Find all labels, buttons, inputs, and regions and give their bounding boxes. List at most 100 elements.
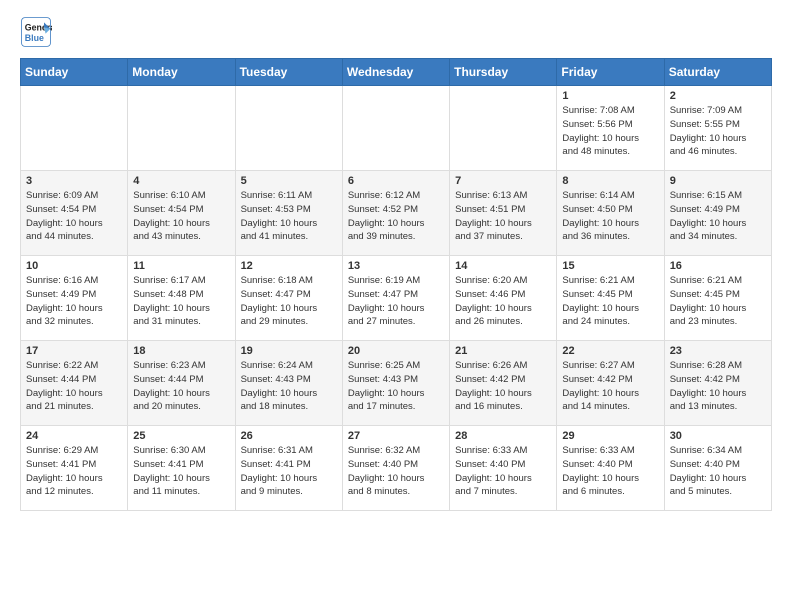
weekday-saturday: Saturday: [664, 59, 771, 86]
day-cell: 30 Sunrise: 6:34 AM Sunset: 4:40 PM Dayli…: [664, 426, 771, 511]
logo-icon: General Blue: [20, 16, 52, 48]
day-cell: 6 Sunrise: 6:12 AM Sunset: 4:52 PM Daylig…: [342, 171, 449, 256]
day-cell: 24Sunrise: 6:29 AM Sunset: 4:41 PM Dayli…: [21, 426, 128, 511]
day-number: 8: [562, 175, 658, 187]
weekday-sunday: Sunday: [21, 59, 128, 86]
day-info: Sunrise: 6:32 AM Sunset: 4:40 PM Dayligh…: [348, 444, 444, 499]
day-info: Sunrise: 6:19 AM Sunset: 4:47 PM Dayligh…: [348, 274, 444, 329]
day-number: 1: [562, 90, 658, 102]
day-cell: [21, 86, 128, 171]
day-cell: 27 Sunrise: 6:32 AM Sunset: 4:40 PM Dayli…: [342, 426, 449, 511]
day-info: Sunrise: 6:10 AM Sunset: 4:54 PM Dayligh…: [133, 189, 229, 244]
day-info: Sunrise: 6:28 AM Sunset: 4:42 PM Dayligh…: [670, 359, 766, 414]
day-number: 27: [348, 430, 444, 442]
day-cell: 7 Sunrise: 6:13 AM Sunset: 4:51 PM Daylig…: [450, 171, 557, 256]
day-number: 17: [26, 345, 122, 357]
day-info: Sunrise: 6:25 AM Sunset: 4:43 PM Dayligh…: [348, 359, 444, 414]
day-number: 14: [455, 260, 551, 272]
day-info: Sunrise: 6:13 AM Sunset: 4:51 PM Dayligh…: [455, 189, 551, 244]
day-number: 2: [670, 90, 766, 102]
day-number: 22: [562, 345, 658, 357]
weekday-friday: Friday: [557, 59, 664, 86]
day-cell: 18 Sunrise: 6:23 AM Sunset: 4:44 PM Dayli…: [128, 341, 235, 426]
week-row-5: 24Sunrise: 6:29 AM Sunset: 4:41 PM Dayli…: [21, 426, 772, 511]
day-number: 30: [670, 430, 766, 442]
day-number: 19: [241, 345, 337, 357]
day-number: 3: [26, 175, 122, 187]
day-info: Sunrise: 6:33 AM Sunset: 4:40 PM Dayligh…: [455, 444, 551, 499]
day-info: Sunrise: 6:21 AM Sunset: 4:45 PM Dayligh…: [562, 274, 658, 329]
day-info: Sunrise: 6:16 AM Sunset: 4:49 PM Dayligh…: [26, 274, 122, 329]
day-info: Sunrise: 6:20 AM Sunset: 4:46 PM Dayligh…: [455, 274, 551, 329]
calendar-table: SundayMondayTuesdayWednesdayThursdayFrid…: [20, 58, 772, 511]
day-cell: 22 Sunrise: 6:27 AM Sunset: 4:42 PM Dayli…: [557, 341, 664, 426]
day-cell: 3 Sunrise: 6:09 AM Sunset: 4:54 PM Daylig…: [21, 171, 128, 256]
day-info: Sunrise: 6:23 AM Sunset: 4:44 PM Dayligh…: [133, 359, 229, 414]
day-cell: 2 Sunrise: 7:09 AM Sunset: 5:55 PM Daylig…: [664, 86, 771, 171]
logo: General Blue: [20, 16, 52, 48]
day-cell: 28Sunrise: 6:33 AM Sunset: 4:40 PM Dayli…: [450, 426, 557, 511]
weekday-monday: Monday: [128, 59, 235, 86]
week-row-4: 17 Sunrise: 6:22 AM Sunset: 4:44 PM Dayli…: [21, 341, 772, 426]
day-number: 29: [562, 430, 658, 442]
day-cell: 12 Sunrise: 6:18 AM Sunset: 4:47 PM Dayli…: [235, 256, 342, 341]
day-cell: 16 Sunrise: 6:21 AM Sunset: 4:45 PM Dayli…: [664, 256, 771, 341]
day-cell: 11 Sunrise: 6:17 AM Sunset: 4:48 PM Dayli…: [128, 256, 235, 341]
day-cell: [450, 86, 557, 171]
day-number: 16: [670, 260, 766, 272]
day-number: 6: [348, 175, 444, 187]
day-info: Sunrise: 6:27 AM Sunset: 4:42 PM Dayligh…: [562, 359, 658, 414]
day-cell: 20Sunrise: 6:25 AM Sunset: 4:43 PM Dayli…: [342, 341, 449, 426]
day-number: 12: [241, 260, 337, 272]
day-cell: 10Sunrise: 6:16 AM Sunset: 4:49 PM Dayli…: [21, 256, 128, 341]
week-row-1: 1 Sunrise: 7:08 AM Sunset: 5:56 PM Daylig…: [21, 86, 772, 171]
day-cell: 26Sunrise: 6:31 AM Sunset: 4:41 PM Dayli…: [235, 426, 342, 511]
day-info: Sunrise: 6:26 AM Sunset: 4:42 PM Dayligh…: [455, 359, 551, 414]
day-info: Sunrise: 6:31 AM Sunset: 4:41 PM Dayligh…: [241, 444, 337, 499]
day-info: Sunrise: 6:21 AM Sunset: 4:45 PM Dayligh…: [670, 274, 766, 329]
day-info: Sunrise: 6:34 AM Sunset: 4:40 PM Dayligh…: [670, 444, 766, 499]
weekday-tuesday: Tuesday: [235, 59, 342, 86]
day-number: 9: [670, 175, 766, 187]
day-number: 18: [133, 345, 229, 357]
day-info: Sunrise: 7:09 AM Sunset: 5:55 PM Dayligh…: [670, 104, 766, 159]
day-cell: 25Sunrise: 6:30 AM Sunset: 4:41 PM Dayli…: [128, 426, 235, 511]
day-info: Sunrise: 6:17 AM Sunset: 4:48 PM Dayligh…: [133, 274, 229, 329]
day-info: Sunrise: 7:08 AM Sunset: 5:56 PM Dayligh…: [562, 104, 658, 159]
day-cell: 13 Sunrise: 6:19 AM Sunset: 4:47 PM Dayli…: [342, 256, 449, 341]
header: General Blue: [20, 16, 772, 48]
day-number: 25: [133, 430, 229, 442]
week-row-2: 3 Sunrise: 6:09 AM Sunset: 4:54 PM Daylig…: [21, 171, 772, 256]
day-info: Sunrise: 6:33 AM Sunset: 4:40 PM Dayligh…: [562, 444, 658, 499]
day-number: 7: [455, 175, 551, 187]
day-number: 23: [670, 345, 766, 357]
week-row-3: 10Sunrise: 6:16 AM Sunset: 4:49 PM Dayli…: [21, 256, 772, 341]
day-number: 21: [455, 345, 551, 357]
day-cell: 21 Sunrise: 6:26 AM Sunset: 4:42 PM Dayli…: [450, 341, 557, 426]
day-number: 11: [133, 260, 229, 272]
day-cell: 29 Sunrise: 6:33 AM Sunset: 4:40 PM Dayli…: [557, 426, 664, 511]
day-info: Sunrise: 6:09 AM Sunset: 4:54 PM Dayligh…: [26, 189, 122, 244]
day-cell: 1 Sunrise: 7:08 AM Sunset: 5:56 PM Daylig…: [557, 86, 664, 171]
day-info: Sunrise: 6:29 AM Sunset: 4:41 PM Dayligh…: [26, 444, 122, 499]
day-number: 5: [241, 175, 337, 187]
day-info: Sunrise: 6:22 AM Sunset: 4:44 PM Dayligh…: [26, 359, 122, 414]
day-number: 13: [348, 260, 444, 272]
day-cell: [235, 86, 342, 171]
day-cell: 23 Sunrise: 6:28 AM Sunset: 4:42 PM Dayli…: [664, 341, 771, 426]
day-info: Sunrise: 6:15 AM Sunset: 4:49 PM Dayligh…: [670, 189, 766, 244]
day-info: Sunrise: 6:18 AM Sunset: 4:47 PM Dayligh…: [241, 274, 337, 329]
day-cell: 8 Sunrise: 6:14 AM Sunset: 4:50 PM Daylig…: [557, 171, 664, 256]
day-cell: [128, 86, 235, 171]
day-number: 4: [133, 175, 229, 187]
day-cell: 9 Sunrise: 6:15 AM Sunset: 4:49 PM Daylig…: [664, 171, 771, 256]
day-cell: 17 Sunrise: 6:22 AM Sunset: 4:44 PM Dayli…: [21, 341, 128, 426]
weekday-thursday: Thursday: [450, 59, 557, 86]
day-info: Sunrise: 6:14 AM Sunset: 4:50 PM Dayligh…: [562, 189, 658, 244]
day-cell: [342, 86, 449, 171]
day-cell: 5Sunrise: 6:11 AM Sunset: 4:53 PM Daylig…: [235, 171, 342, 256]
weekday-header-row: SundayMondayTuesdayWednesdayThursdayFrid…: [21, 59, 772, 86]
day-cell: 4 Sunrise: 6:10 AM Sunset: 4:54 PM Daylig…: [128, 171, 235, 256]
day-cell: 19Sunrise: 6:24 AM Sunset: 4:43 PM Dayli…: [235, 341, 342, 426]
day-info: Sunrise: 6:12 AM Sunset: 4:52 PM Dayligh…: [348, 189, 444, 244]
